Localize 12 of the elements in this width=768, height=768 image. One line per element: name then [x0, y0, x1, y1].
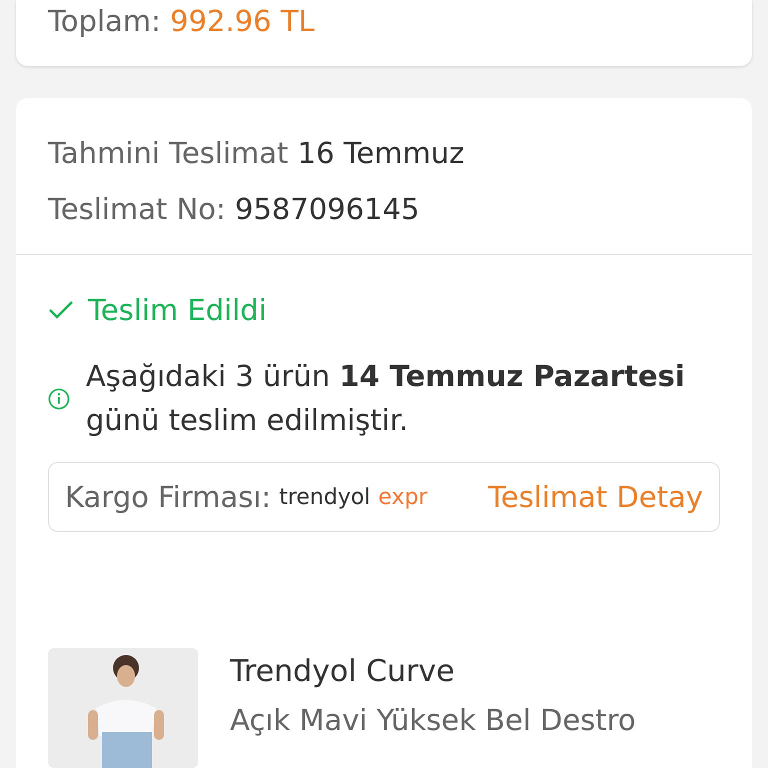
total-text: Toplam: 992.96 TL	[48, 3, 315, 40]
delivery-detail-link[interactable]: Teslimat Detay	[488, 480, 703, 514]
carrier-logo-text: trendyol	[279, 484, 370, 510]
carrier-logo-text: expr	[378, 484, 428, 510]
delivery-number-text: Teslimat No: 9587096145	[48, 190, 420, 228]
status-label: Teslim Edildi	[88, 293, 267, 327]
cargo-label: Kargo Firması:	[65, 480, 272, 514]
check-icon	[48, 300, 74, 320]
product-brand: Trendyol Curve	[230, 654, 456, 689]
estimate-text: Tahmini Teslimat 16 Temmuz	[48, 134, 466, 172]
product-name: Açık Mavi Yüksek Bel Destro	[230, 703, 636, 737]
delivery-info-text: Aşağıdaki 3 ürün 14 Temmuz Pazartesi günü teslim edilmiştir.	[86, 358, 686, 438]
